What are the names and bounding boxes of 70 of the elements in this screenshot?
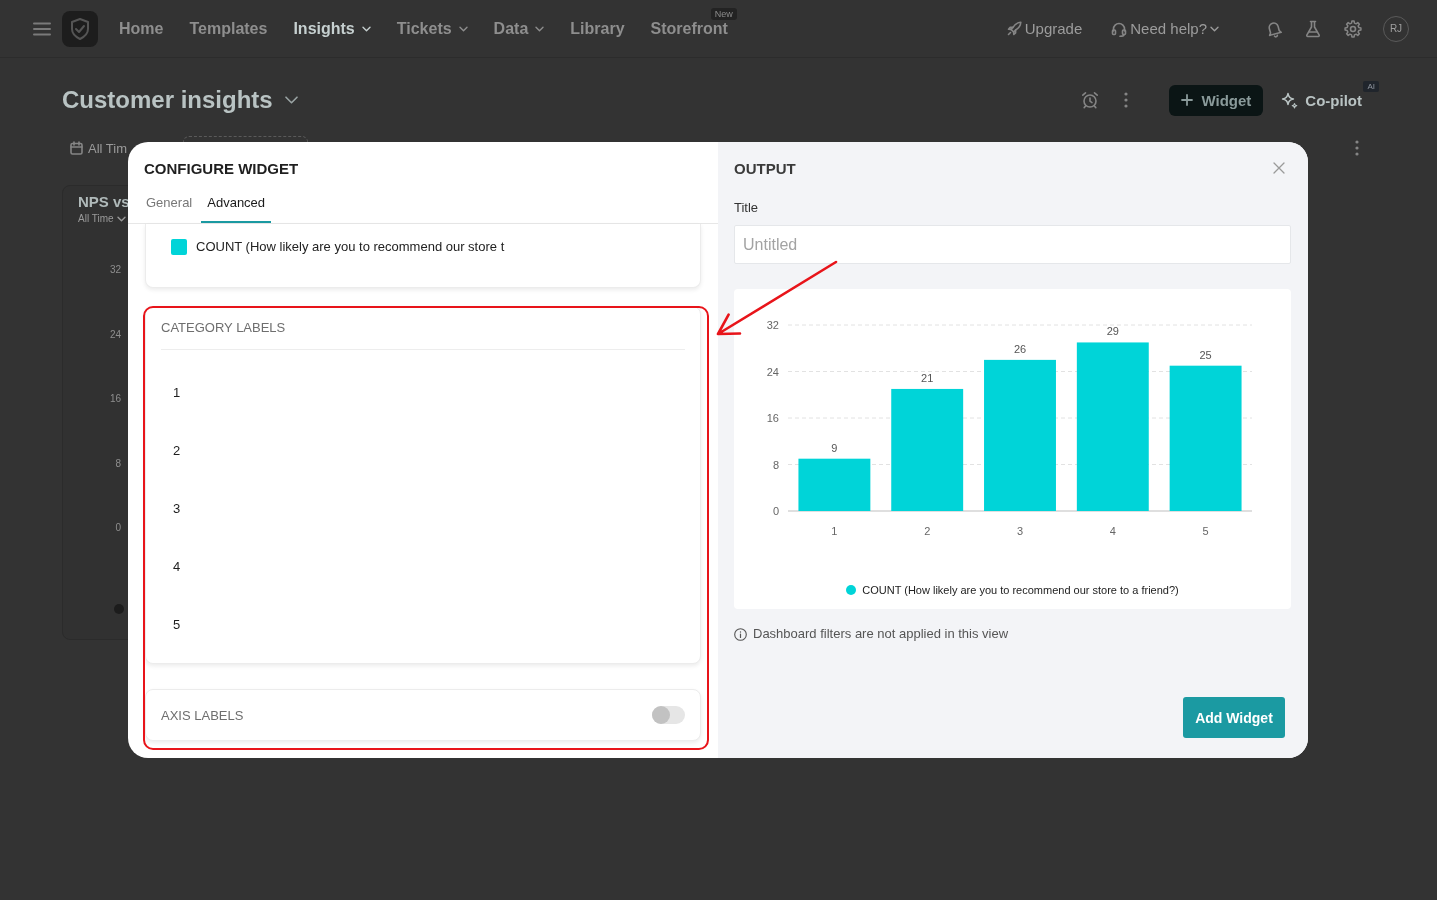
caret-icon[interactable] (284, 96, 298, 104)
category-label: 2 (173, 442, 181, 458)
kebab-menu-icon[interactable] (1124, 92, 1129, 108)
nav-link[interactable]: Templates (189, 19, 268, 38)
add-widget-button[interactable]: Widget (1169, 84, 1264, 116)
y-axis-label: 8 (114, 456, 121, 471)
section-heading: AXIS LABELS (161, 707, 244, 723)
nav-link[interactable]: Data (493, 19, 545, 38)
copilot-button[interactable]: Co-pilot (1281, 91, 1362, 109)
flask-icon[interactable] (1305, 19, 1321, 38)
nav-link[interactable]: Home (119, 19, 164, 38)
x-axis-label: 2 (924, 525, 931, 537)
y-axis-label: 8 (772, 458, 779, 471)
header-link[interactable]: Upgrade (1006, 20, 1083, 37)
nav-link[interactable]: Storefront (650, 19, 728, 38)
dashboard-title: Customer insights (62, 86, 273, 114)
y-axis-label: 16 (766, 412, 779, 424)
settings-icon[interactable] (1344, 19, 1362, 38)
x-axis-label: 3 (1016, 525, 1024, 537)
category-label: 3 (173, 500, 181, 516)
header-link[interactable]: Need help? (1111, 20, 1219, 37)
y-axis-label: 24 (108, 327, 121, 342)
y-axis-label: 16 (108, 392, 121, 406)
bar-value-label: 26 (1013, 342, 1027, 355)
notification-bell-icon[interactable] (1265, 19, 1283, 38)
y-axis-label: 32 (766, 319, 779, 331)
nav-link[interactable]: Tickets (396, 19, 468, 38)
caret-icon (116, 216, 126, 222)
dialog-title: CONFIGURE WIDGET (144, 160, 299, 177)
headset-icon (1111, 20, 1128, 37)
category-label: 1 (173, 384, 181, 400)
category-label: 5 (173, 616, 181, 632)
nav-badge: New (710, 7, 737, 20)
add-widget-button[interactable]: Add Widget (1183, 697, 1285, 738)
calendar-icon (70, 141, 83, 155)
info-icon (734, 627, 747, 641)
legend-label: COUNT (How likely are you to recommend our store to a friend?) (862, 584, 1179, 596)
tab[interactable]: General (140, 189, 199, 223)
y-axis-label: 32 (108, 263, 121, 277)
x-axis-label: 1 (831, 525, 838, 537)
close-icon[interactable] (1273, 162, 1285, 174)
bar-value-label: 21 (921, 371, 934, 384)
kebab-menu-icon[interactable] (1355, 140, 1359, 156)
date-filter[interactable]: All Tim (88, 140, 127, 156)
rocket-icon (1006, 21, 1022, 36)
nav-link[interactable]: Library (570, 19, 625, 38)
y-axis-label: 0 (772, 505, 779, 517)
y-axis-label: 24 (766, 365, 779, 378)
x-axis-label: 4 (1109, 525, 1116, 537)
logo-icon[interactable] (62, 10, 98, 47)
plus-icon (1181, 94, 1194, 106)
widget-subtitle[interactable]: All Time (78, 212, 114, 226)
title-input[interactable]: Untitled (734, 225, 1291, 264)
alarm-clock-icon[interactable] (1081, 91, 1100, 109)
info-note: Dashboard filters are not applied in this view (753, 626, 1009, 642)
toggle-switch[interactable] (652, 706, 685, 724)
bar-value-label: 29 (1106, 325, 1119, 338)
menu-icon[interactable] (33, 21, 51, 36)
x-axis-label: 5 (1202, 525, 1209, 537)
category-label: 4 (173, 558, 181, 574)
bar-value-label: 25 (1199, 348, 1212, 361)
sparkle-icon (1281, 91, 1299, 109)
y-axis-label: 0 (114, 521, 121, 535)
nav-link[interactable]: Insights (293, 19, 371, 38)
bar-value-label: 9 (831, 441, 838, 454)
ai-badge: AI (1363, 80, 1379, 92)
field-label: Title (734, 199, 759, 217)
panel-title: OUTPUT (734, 159, 796, 177)
series-label: COUNT (How likely are you to recommend our store t (196, 239, 505, 255)
section-heading: CATEGORY LABELS (161, 320, 286, 336)
